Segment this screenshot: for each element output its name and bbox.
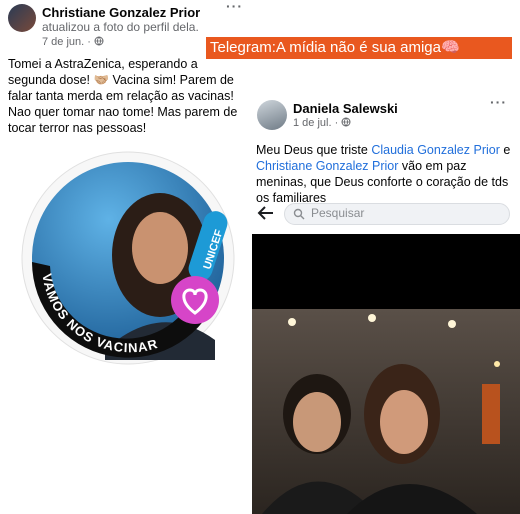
- search-input[interactable]: Pesquisar: [284, 203, 510, 225]
- globe-icon: [341, 117, 351, 127]
- tagged-user-link[interactable]: Christiane Gonzalez Prior: [256, 159, 398, 173]
- post-text-part: e: [499, 143, 511, 157]
- profile-photo-frame[interactable]: VAMOS NOS VACINAR UNICEF: [20, 150, 236, 366]
- post-photo[interactable]: [252, 234, 520, 514]
- more-options-icon[interactable]: ···: [226, 0, 243, 14]
- post-text: Meu Deus que triste Claudia Gonzalez Pri…: [256, 142, 514, 206]
- post-date-text: 1 de jul. ·: [293, 117, 339, 129]
- more-options-icon[interactable]: ···: [490, 94, 507, 110]
- post-date-text: 7 de jun. ·: [42, 36, 91, 48]
- post-text: Tomei a AstraZenica, esperando a segunda…: [8, 57, 238, 135]
- search-placeholder: Pesquisar: [311, 206, 365, 220]
- post-text-part: Meu Deus que triste: [256, 143, 372, 157]
- author-avatar[interactable]: [257, 100, 287, 130]
- telegram-banner: Telegram:A mídia não é sua amiga🧠: [206, 37, 512, 59]
- tagged-user-link[interactable]: Claudia Gonzalez Prior: [371, 143, 500, 157]
- post-author-name[interactable]: Daniela Salewski: [293, 101, 398, 116]
- globe-icon: [94, 36, 104, 46]
- post-author-name[interactable]: Christiane Gonzalez Prior: [42, 5, 200, 20]
- search-icon: [293, 208, 305, 220]
- back-arrow-icon[interactable]: [257, 205, 275, 221]
- post-date[interactable]: 7 de jun. ·: [42, 36, 104, 48]
- author-avatar[interactable]: [8, 4, 36, 32]
- column-divider: [248, 0, 249, 514]
- post-date[interactable]: 1 de jul. ·: [293, 117, 351, 129]
- post-action-text: atualizou a foto do perfil dela.: [42, 20, 199, 34]
